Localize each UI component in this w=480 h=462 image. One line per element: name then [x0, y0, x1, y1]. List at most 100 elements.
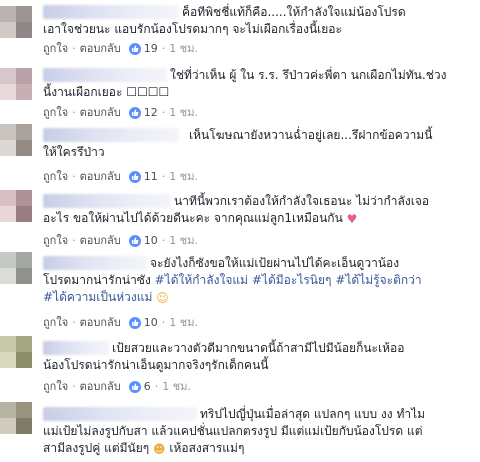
avatar-pixel [16, 402, 32, 418]
like-count[interactable]: 12 [144, 106, 158, 120]
hashtag-link[interactable]: #ได้ไม่รู้จะติกว่า [335, 273, 421, 287]
timestamp[interactable]: 1 ชม. [169, 234, 198, 248]
comment-text: อะไร ขอให้ผ่านไปได้ด้วยดีนะคะ จากคุณแม่ล… [43, 211, 343, 225]
timestamp[interactable]: 1 ชม. [169, 106, 198, 120]
comment: จะยังไงก็ซังขอให้แม่เป้ยผ่านไปได้คะเอ็นด… [0, 250, 480, 330]
comment-text: โปรดมากน่ารักน่าซัง [43, 273, 151, 287]
avatar-pixel [16, 6, 32, 22]
reply-link[interactable]: ตอบกลับ [80, 234, 121, 248]
comment-actions: ถูกใจ · ตอบกลับ 10 · 1 ชม. [43, 234, 198, 248]
comment-actions: ถูกใจ · ตอบกลับ 11 · 1 ชม. [43, 170, 198, 184]
comment: ใช่ที่ว่าเห็น ผู้ ใน ร.ร. รึป่าวค่ะพี่ตา… [0, 62, 480, 122]
timestamp[interactable]: 1 ชม. [162, 380, 191, 394]
thumbs-up-icon [128, 317, 141, 329]
avatar[interactable] [0, 6, 32, 38]
comment-actions: ถูกใจ · ตอบกลับ 10 · 1 ชม. [43, 316, 198, 330]
avatar-pixel [0, 68, 16, 84]
avatar[interactable] [0, 252, 32, 284]
commenter-name[interactable] [43, 194, 171, 208]
comment-text-line: โปรดมากน่ารักน่าซัง #ได้ให้กำลังใจแม่ #ไ… [43, 272, 422, 288]
comment-feed: ค็อทีพิชชี่แท้ก็คือ.....ให้กำลังใจแม่น้อ… [0, 0, 480, 462]
separator-dot: · [72, 380, 76, 393]
like-count[interactable]: 10 [144, 234, 158, 248]
heart-icon: ♥ [346, 211, 358, 226]
comment-actions: ถูกใจ · ตอบกลับ 6 · 1 ชม. [43, 380, 191, 394]
reply-link[interactable]: ตอบกลับ [80, 42, 121, 56]
commenter-name[interactable] [43, 5, 179, 19]
commenter-name[interactable] [43, 341, 109, 355]
avatar-pixel [16, 84, 32, 100]
avatar-pixel [0, 352, 16, 368]
comment-text-line: อะไร ขอให้ผ่านไปได้ด้วยดีนะคะ จากคุณแม่ล… [43, 210, 357, 227]
commenter-name[interactable] [43, 68, 167, 82]
thumbs-up-icon [128, 43, 141, 55]
comment: เห็นโฆษณายังหวานฉ่ำอยู่เลย...รึฝากข้อควา… [0, 122, 480, 184]
avatar-pixel [0, 402, 16, 418]
separator-dot: · [72, 42, 76, 55]
separator-dot: · [161, 170, 166, 183]
like-link[interactable]: ถูกใจ [43, 170, 68, 184]
like-count[interactable]: 10 [144, 316, 158, 330]
comment: นาทีนี้พวกเราต้องให้กำลังใจเธอนะ ไม่ว่าก… [0, 188, 480, 250]
reply-link[interactable]: ตอบกลับ [80, 380, 121, 394]
comment-text-line: ค็อทีพิชชี่แท้ก็คือ.....ให้กำลังใจแม่น้อ… [182, 5, 406, 19]
separator-dot: · [154, 380, 159, 393]
commenter-name[interactable] [43, 128, 179, 142]
commenter-name[interactable] [43, 256, 147, 270]
avatar-pixel [0, 140, 16, 156]
separator-dot: · [161, 42, 166, 55]
comment-text-line: เอาใจช่วยนะ แอบรักน้องโปรดมากๆ จะไม่เผือ… [43, 22, 342, 36]
comment-text-line: นาทีนี้พวกเราต้องให้กำลังใจเธอนะ ไม่ว่าก… [174, 194, 430, 208]
avatar[interactable] [0, 68, 32, 100]
separator-dot: · [161, 234, 166, 247]
like-link[interactable]: ถูกใจ [43, 42, 68, 56]
thumbs-up-icon [128, 171, 141, 183]
grimacing-face-icon: ☻ [153, 441, 166, 456]
comment-actions: ถูกใจ · ตอบกลับ 19 · 1 ชม. [43, 42, 198, 56]
like-count[interactable]: 6 [144, 380, 151, 394]
comment: ทริปไปญี่ปุ่นเมื่อล่าสุด แปลกๆ แบบ งง ทำ… [0, 400, 480, 462]
comment-actions: ถูกใจ · ตอบกลับ 12 · 1 ชม. [43, 106, 198, 120]
like-link[interactable]: ถูกใจ [43, 106, 68, 120]
like-link[interactable]: ถูกใจ [43, 316, 68, 330]
avatar[interactable] [0, 402, 32, 434]
separator-dot: · [161, 316, 166, 329]
avatar-pixel [0, 6, 16, 22]
like-count[interactable]: 19 [144, 42, 158, 56]
reply-link[interactable]: ตอบกลับ [80, 170, 121, 184]
hashtag-link[interactable]: #ได้มีอะไรนิยๆ [252, 273, 332, 287]
avatar-pixel [16, 22, 32, 38]
hashtag-link[interactable]: #ได้ให้กำลังใจแม่ [155, 273, 248, 287]
avatar-pixel [16, 336, 32, 352]
separator-dot: · [72, 316, 76, 329]
comment-text-line: ทริปไปญี่ปุ่นเมื่อล่าสุด แปลกๆ แบบ งง ทำ… [200, 407, 426, 421]
timestamp[interactable]: 1 ชม. [169, 316, 198, 330]
like-link[interactable]: ถูกใจ [43, 380, 68, 394]
avatar[interactable] [0, 124, 32, 156]
avatar-pixel [0, 418, 16, 434]
avatar-pixel [16, 418, 32, 434]
separator-dot: · [72, 234, 76, 247]
reply-link[interactable]: ตอบกลับ [80, 316, 121, 330]
thumbs-up-icon [128, 235, 141, 247]
hashtag-link[interactable]: #ได้ความเป็นห่วงแม่ [43, 290, 152, 304]
avatar-pixel [0, 124, 16, 140]
avatar-pixel [16, 68, 32, 84]
comment-text-line: จะยังไงก็ซังขอให้แม่เป้ยผ่านไปได้คะเอ็นด… [150, 256, 400, 270]
reply-link[interactable]: ตอบกลับ [80, 106, 121, 120]
comment: ค็อทีพิชชี่แท้ก็คือ.....ให้กำลังใจแม่น้อ… [0, 0, 480, 62]
timestamp[interactable]: 1 ชม. [169, 42, 198, 56]
avatar-pixel [0, 252, 16, 268]
like-link[interactable]: ถูกใจ [43, 234, 68, 248]
thumbs-up-icon [128, 107, 141, 119]
like-count[interactable]: 11 [144, 170, 158, 184]
commenter-name[interactable] [43, 407, 197, 421]
timestamp[interactable]: 1 ชม. [169, 170, 198, 184]
avatar[interactable] [0, 190, 32, 222]
avatar[interactable] [0, 336, 32, 368]
comment: เป้ยสวยและวางตัวดีมากขนาดนี้ถ้าสามีไปมีน… [0, 334, 480, 396]
separator-dot: · [72, 106, 76, 119]
laughing-face-icon: ☺ [156, 290, 169, 305]
comment-text-line: ให้ใครรึป่าว [43, 145, 105, 159]
comment-text-line: นี้งานเผือกเยอะ ☐☐☐☐ [43, 85, 170, 99]
